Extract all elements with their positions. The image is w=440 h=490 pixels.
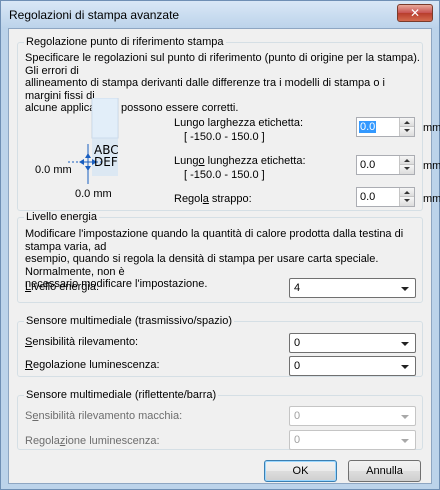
label-width-unit: mm [423, 122, 440, 134]
window-title: Regolazioni di stampa avanzate [9, 8, 180, 22]
sensor-trans-luminescence-post: egolazione luminescenza: [32, 359, 160, 371]
energy-level-label-post: ivello energia: [31, 281, 99, 293]
spin-up-button[interactable] [399, 156, 414, 165]
chevron-down-icon [404, 129, 410, 132]
energy-description-line: Modificare l'impostazione quando la quan… [25, 228, 404, 253]
chevron-down-icon [401, 439, 409, 443]
sensor-transmissive-title: Sensore multimediale (trasmissivo/spazio… [24, 315, 235, 327]
label-length-label-pre: Lung [174, 155, 199, 167]
chevron-down-icon [401, 415, 409, 419]
spin-down-button[interactable] [399, 165, 414, 174]
reference-preview: ABC DEF 0.0 mm 0.0 mm [28, 97, 138, 200]
dialog-window: Regolazioni di stampa avanzate ✕ Regolaz… [0, 0, 440, 490]
chevron-up-icon [404, 191, 410, 194]
tear-label: Regola strappo: [174, 193, 252, 205]
chevron-down-icon [401, 365, 409, 369]
chevron-down-icon [404, 167, 410, 170]
chevron-down-icon [404, 199, 410, 202]
spin-buttons [399, 118, 414, 136]
energy-level-select[interactable]: 4 [289, 278, 416, 298]
tear-label-post: strappo: [208, 193, 252, 205]
energy-description-line: esempio, quando si regola la densità di … [25, 253, 379, 278]
preview-bottom-mm: 0.0 mm [75, 188, 112, 200]
sensor-refl-luminescence-pre: Regola [25, 435, 60, 447]
spin-down-button[interactable] [399, 127, 414, 136]
label-length-spinbox[interactable]: 0.0 [356, 155, 415, 175]
sensor-refl-luminescence-select[interactable]: 0 [289, 430, 416, 450]
spin-up-button[interactable] [399, 118, 414, 127]
label-width-value[interactable]: 0.0 [359, 121, 377, 133]
spin-down-button[interactable] [399, 197, 414, 206]
label-length-value[interactable]: 0.0 [360, 159, 375, 171]
close-icon: ✕ [409, 6, 421, 20]
sensor-refl-sensitivity-post: nsibilità rilevamento macchia: [38, 410, 183, 422]
energy-group-title: Livello energia [24, 211, 99, 223]
sensor-refl-sensitivity-label: Sensibilità rilevamento macchia: [25, 410, 182, 422]
energy-level-value: 4 [294, 282, 301, 294]
sensor-refl-luminescence-value: 0 [294, 434, 301, 446]
label-length-unit: mm [423, 160, 440, 172]
energy-level-label: Livello energia: [25, 281, 99, 293]
cancel-button[interactable]: Annulla [348, 460, 421, 482]
sensor-trans-sensitivity-select[interactable]: 0 [289, 333, 416, 353]
sensor-refl-sensitivity-select[interactable]: 0 [289, 406, 416, 426]
tear-spinbox[interactable]: 0.0 [356, 187, 415, 207]
sensor-trans-sensitivity-label: Sensibilità rilevamento: [25, 336, 138, 348]
reference-point-group: Regolazione punto di riferimento stampa … [17, 36, 440, 211]
tear-unit: mm [423, 193, 440, 205]
preview-def-text: DEF [94, 155, 118, 169]
chevron-down-icon [401, 342, 409, 346]
tear-label-pre: Regol [174, 193, 203, 205]
sensor-refl-luminescence-label: Regolazione luminescenza: [25, 435, 160, 447]
chevron-down-icon [401, 287, 409, 291]
reference-point-group-title: Regolazione punto di riferimento stampa [24, 36, 226, 48]
sensor-refl-luminescence-post: ione luminescenza: [65, 435, 160, 447]
label-length-range: [ -150.0 - 150.0 ] [184, 169, 265, 181]
reference-description-line: Specificare le regolazioni sul punto di … [25, 52, 420, 77]
sensor-trans-luminescence-accel: R [25, 359, 33, 371]
sensor-transmissive-group: Sensore multimediale (trasmissivo/spazio… [17, 315, 423, 377]
title-bar[interactable]: Regolazioni di stampa avanzate ✕ [1, 1, 439, 28]
dialog-client-area: Regolazione punto di riferimento stampa … [8, 28, 440, 484]
spin-buttons [399, 188, 414, 206]
label-length-label: Lungo lunghezza etichetta: [174, 155, 306, 167]
spin-buttons [399, 156, 414, 174]
sensor-trans-luminescence-select[interactable]: 0 [289, 356, 416, 376]
label-preview-icon [68, 97, 119, 184]
sensor-trans-sensitivity-post: ensibilità rilevamento: [32, 336, 139, 348]
preview-left-mm: 0.0 mm [35, 164, 72, 176]
energy-group: Livello energia Modificare l'impostazion… [17, 211, 423, 303]
label-width-label: Lungo larghezza etichetta: [174, 117, 304, 129]
sensor-reflective-title: Sensore multimediale (riflettente/barra) [24, 389, 219, 401]
label-width-range: [ -150.0 - 150.0 ] [184, 131, 265, 143]
chevron-up-icon [404, 121, 410, 124]
close-button[interactable]: ✕ [397, 4, 433, 22]
label-width-spinbox[interactable]: 0.0 [356, 117, 415, 137]
sensor-reflective-group: Sensore multimediale (riflettente/barra)… [17, 389, 423, 450]
sensor-trans-luminescence-label: Regolazione luminescenza: [25, 359, 160, 371]
tear-value[interactable]: 0.0 [360, 191, 375, 203]
sensor-refl-sensitivity-value: 0 [294, 410, 301, 422]
spin-up-button[interactable] [399, 188, 414, 197]
ok-button[interactable]: OK [264, 460, 337, 482]
sensor-trans-luminescence-value: 0 [294, 360, 301, 372]
label-length-label-post: lunghezza etichetta: [204, 155, 306, 167]
chevron-up-icon [404, 159, 410, 162]
sensor-trans-sensitivity-value: 0 [294, 337, 301, 349]
